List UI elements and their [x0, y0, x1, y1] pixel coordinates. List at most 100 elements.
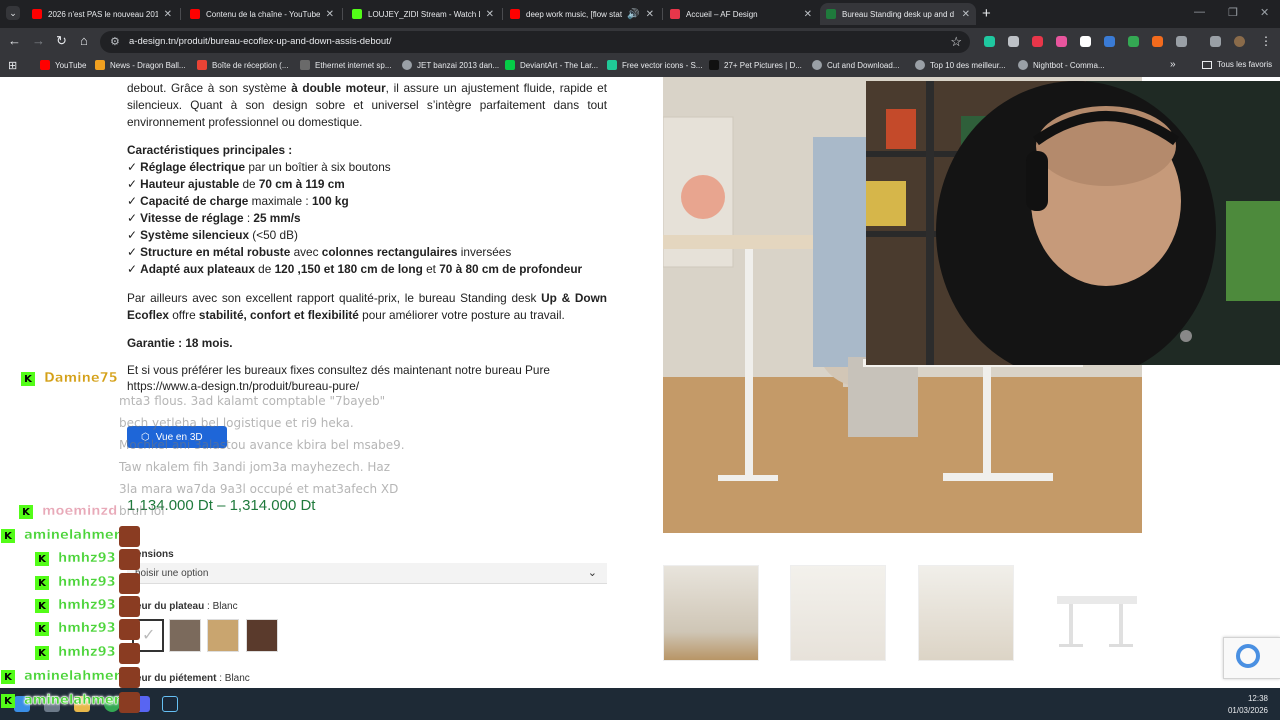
page-icon [300, 60, 310, 70]
extension-icon[interactable] [1104, 36, 1115, 47]
intro-text: debout. Grâce à son système [127, 81, 292, 95]
kick-icon [352, 9, 362, 19]
restore-icon[interactable]: ❐ [1228, 6, 1238, 19]
bookmark-dragon-ball[interactable]: News - Dragon Ball... [95, 60, 186, 70]
bookmark-star-icon[interactable]: ☆ [950, 34, 962, 50]
bookmark-gmail[interactable]: Boîte de réception (... [197, 60, 289, 70]
extension-icon[interactable] [1008, 36, 1019, 47]
close-tab-icon[interactable]: ✕ [326, 9, 334, 20]
bookmark-label: YouTube [55, 60, 87, 70]
menu-icon[interactable]: ⋮ [1260, 33, 1272, 49]
close-tab-icon[interactable]: ✕ [646, 9, 654, 20]
chat-username: aminelahmer [24, 669, 121, 684]
bookmark-label: Boîte de réception (... [212, 60, 289, 70]
feature-bold: 120 ,150 et 180 cm de long [274, 262, 423, 276]
bookmark-nightbot[interactable]: Nightbot - Comma... [1018, 60, 1105, 70]
feature-bold: Hauteur ajustable [140, 177, 240, 191]
kick-badge-icon: K [35, 646, 49, 660]
close-tab-icon[interactable]: ✕ [962, 9, 970, 20]
steam-icon[interactable] [162, 696, 178, 712]
dragon-ball-icon [95, 60, 105, 70]
tab-youtube-2026[interactable]: 2026 n'est PAS le nouveau 2016 ✕ [26, 3, 178, 25]
deviantart-icon [505, 60, 515, 70]
extension-icon[interactable] [1056, 36, 1067, 47]
reload-icon[interactable]: ↻ [56, 33, 67, 49]
all-bookmarks-button[interactable]: Tous les favoris [1202, 60, 1272, 69]
bookmark-label: JET banzai 2013 dan... [417, 60, 500, 70]
tab-youtube-studio[interactable]: Contenu de la chaîne - YouTube ✕ [184, 3, 340, 25]
bookmark-pet-pictures[interactable]: 27+ Pet Pictures | D... [709, 60, 802, 70]
extension-icon[interactable] [984, 36, 995, 47]
emote-icon [119, 573, 140, 594]
globe-icon [1018, 60, 1028, 70]
extension-icon[interactable] [1032, 36, 1043, 47]
kick-badge-icon: K [35, 552, 49, 566]
feature-bold: 25 mm/s [253, 211, 301, 225]
system-clock[interactable]: 12:38 01/03/2026 [1228, 693, 1268, 717]
swatch-gris[interactable] [169, 619, 201, 652]
extension-icon[interactable] [1128, 36, 1139, 47]
close-window-icon[interactable]: ✕ [1260, 6, 1269, 19]
product-thumbnail[interactable] [1046, 565, 1142, 661]
bookmark-jet-banzai[interactable]: JET banzai 2013 dan... [402, 60, 499, 70]
dimensions-select[interactable]: hoisir une option ⌄ [127, 563, 607, 584]
address-bar[interactable]: ⚙ a-design.tn/produit/bureau-ecoflex-up-… [100, 31, 970, 53]
extensions-puzzle-icon[interactable] [1176, 36, 1187, 47]
close-tab-icon[interactable]: ✕ [804, 9, 812, 20]
product-thumbnail[interactable] [918, 565, 1014, 661]
tab-kick-stream[interactable]: LOUJEY_ZIDI Stream - Watch Li ✕ [346, 3, 500, 25]
close-tab-icon[interactable]: ✕ [164, 9, 172, 20]
url-text[interactable]: a-design.tn/produit/bureau-ecoflex-up-an… [129, 36, 391, 47]
speaker-icon[interactable]: 🔊 [627, 9, 639, 20]
dimensions-placeholder: hoisir une option [135, 567, 209, 579]
bookmark-deviantart[interactable]: DeviantArt - The Lar... [505, 60, 598, 70]
home-icon[interactable]: ⌂ [80, 33, 88, 49]
chat-message: bruh lol [119, 504, 165, 518]
tab-search-icon[interactable]: ⌄ [6, 6, 20, 20]
back-icon[interactable]: ← [8, 33, 21, 49]
profile-avatar[interactable] [1234, 36, 1245, 47]
product-thumbnail[interactable] [790, 565, 886, 661]
bookmark-ethernet[interactable]: Ethernet internet sp... [300, 60, 392, 70]
minimize-icon[interactable]: — [1194, 6, 1205, 18]
feature-bold: 70 à 80 cm de profondeur [439, 262, 583, 276]
apps-grid-icon[interactable]: ⊞ [8, 59, 17, 72]
tab-af-design[interactable]: Accueil – AF Design ✕ [664, 3, 818, 25]
swatch-noyer[interactable] [246, 619, 278, 652]
thumbnail-image [1057, 596, 1137, 647]
feature-item: ✓ Système silencieux (<50 dB) [127, 228, 298, 242]
bookmarks-bar: ⊞ YouTube News - Dragon Ball... Boîte de… [0, 56, 1280, 77]
globe-icon [915, 60, 925, 70]
gmail-icon [197, 60, 207, 70]
tab-bureau-standing-desk[interactable]: Bureau Standing desk up and d ✕ [820, 3, 976, 25]
bookmark-label: Top 10 des meilleur... [930, 60, 1006, 70]
swatch-chene[interactable] [207, 619, 239, 652]
product-thumbnail[interactable] [663, 565, 759, 661]
chat-message: 3la mara wa7da 9a3l occupé et mat3afech … [119, 482, 399, 496]
feature-text: : [243, 211, 254, 225]
bookmark-label: DeviantArt - The Lar... [520, 60, 599, 70]
chat-username: hmhz93 [58, 551, 116, 566]
more-bookmarks-icon[interactable]: » [1170, 59, 1176, 70]
extension-icon[interactable] [1080, 36, 1091, 47]
streamer-webcam [866, 81, 1280, 365]
media-control-icon[interactable] [1210, 36, 1221, 47]
new-tab-button[interactable]: + [982, 6, 991, 21]
feature-item: ✓ Hauteur ajustable de 70 cm à 119 cm [127, 177, 345, 191]
bookmark-cut-and-download[interactable]: Cut and Download... [812, 60, 900, 70]
feature-item: ✓ Structure en métal robuste avec colonn… [127, 245, 512, 259]
feature-text: inversées [457, 245, 512, 259]
extension-icon[interactable] [1152, 36, 1163, 47]
bookmark-youtube[interactable]: YouTube [40, 60, 86, 70]
tab-separator [342, 8, 343, 20]
site-info-icon[interactable]: ⚙ [110, 35, 120, 48]
forward-icon[interactable]: → [32, 33, 45, 49]
bookmark-free-vector-icons[interactable]: Free vector icons - S... [607, 60, 702, 70]
tab-separator [662, 8, 663, 20]
tab-deep-work-music[interactable]: deep work music, [flow stat 🔊 ✕ [504, 3, 660, 25]
recaptcha-badge[interactable] [1223, 637, 1280, 679]
bookmark-top-10[interactable]: Top 10 des meilleur... [915, 60, 1006, 70]
bureau-pure-link[interactable]: https://www.a-design.tn/produit/bureau-p… [127, 379, 359, 393]
close-tab-icon[interactable]: ✕ [486, 9, 494, 20]
feature-bold: colonnes rectangulaires [321, 245, 458, 259]
